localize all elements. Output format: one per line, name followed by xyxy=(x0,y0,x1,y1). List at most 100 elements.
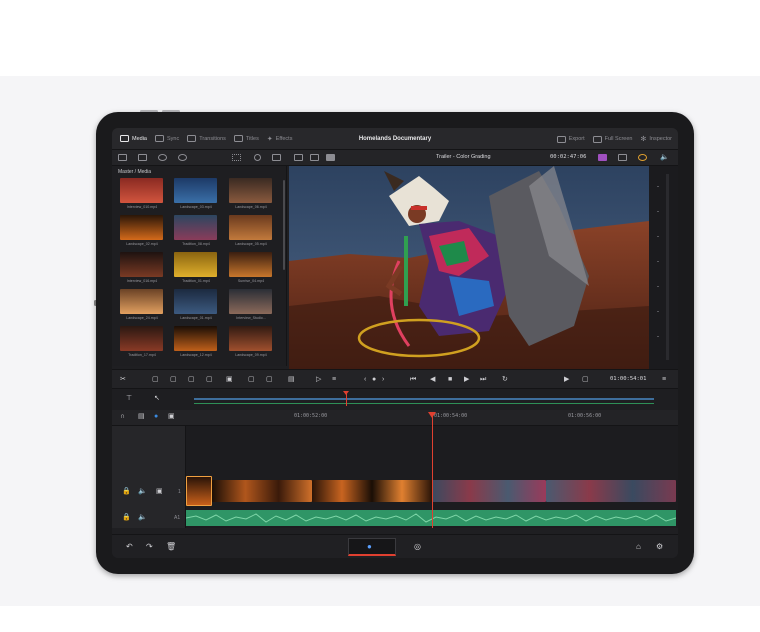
media-clip-thumbnail[interactable] xyxy=(120,252,163,277)
speaker-icon[interactable]: 🔈 xyxy=(660,153,669,161)
split-icon[interactable]: ▤ xyxy=(288,376,295,384)
menu-icon[interactable]: ≡ xyxy=(662,376,666,384)
video-clip[interactable] xyxy=(432,480,546,502)
empty-track-header xyxy=(112,426,186,476)
fx-icon[interactable] xyxy=(638,154,647,161)
redo-icon[interactable]: ↷ xyxy=(146,542,153,551)
media-clip-thumbnail[interactable] xyxy=(174,289,217,314)
fullscreen-viewer-icon[interactable]: ▢ xyxy=(582,376,589,384)
media-clip-thumbnail[interactable] xyxy=(174,252,217,277)
export-button[interactable]: Export xyxy=(556,135,585,143)
sync-tab[interactable]: Sync xyxy=(154,135,180,142)
media-clip-thumbnail[interactable] xyxy=(120,326,163,351)
transform-icon[interactable] xyxy=(618,154,627,161)
media-clip-thumbnail[interactable] xyxy=(229,252,272,277)
meter-tick xyxy=(657,336,659,337)
sync-tab-label: Sync xyxy=(166,135,180,142)
replace-clip-icon[interactable]: ▢ xyxy=(188,376,195,384)
loop-icon[interactable]: ↻ xyxy=(502,376,508,384)
meter-tick xyxy=(657,261,659,262)
scissors-icon[interactable]: ✂ xyxy=(120,376,126,384)
meter-tick xyxy=(657,211,659,212)
next-edit-icon[interactable]: ▶ xyxy=(564,376,569,384)
place-on-top-icon[interactable]: ▢ xyxy=(206,376,213,384)
jog-left-icon[interactable]: ‹ xyxy=(364,376,366,384)
cross-dissolve-icon[interactable]: ≡ xyxy=(332,376,336,384)
viewer-mode-icon[interactable] xyxy=(326,154,335,161)
append-icon[interactable]: ▢ xyxy=(248,376,255,384)
delete-icon[interactable]: 🗑 xyxy=(166,542,176,551)
link-icon[interactable] xyxy=(178,154,187,161)
video-clip[interactable] xyxy=(186,476,212,506)
import-icon[interactable] xyxy=(158,154,167,161)
snapping-icon[interactable]: ∩ xyxy=(120,413,125,421)
jog-dot-icon[interactable]: ● xyxy=(372,376,376,384)
media-tab-label: Media xyxy=(132,135,147,142)
smooth-cut-icon[interactable]: ▷ xyxy=(316,376,321,384)
media-clip-thumbnail[interactable] xyxy=(229,178,272,203)
video-clip[interactable] xyxy=(312,480,432,502)
go-to-start-icon[interactable]: ⏮ xyxy=(410,376,416,384)
timeline-name[interactable]: Trailer - Color Grading xyxy=(436,154,491,160)
video-viewer[interactable] xyxy=(289,166,649,369)
settings-icon[interactable]: ⚙ xyxy=(656,542,663,551)
media-clip-thumbnail[interactable] xyxy=(174,215,217,240)
effects-tab[interactable]: ✦ Effects xyxy=(267,135,293,143)
media-clip-thumbnail[interactable] xyxy=(229,289,272,314)
media-clip-label: Tradition_17.mp4 xyxy=(128,353,156,357)
lock-icon[interactable]: 🔒 xyxy=(122,514,131,522)
jog-right-icon[interactable]: › xyxy=(382,376,384,384)
mini-playhead-marker[interactable] xyxy=(343,391,349,395)
lock-icon[interactable]: 🔒 xyxy=(122,488,131,496)
video-clip[interactable] xyxy=(212,480,312,502)
media-clip-thumbnail[interactable] xyxy=(229,326,272,351)
new-bin-icon[interactable] xyxy=(138,154,147,161)
audio-clip[interactable] xyxy=(185,510,677,526)
viewer-mode-icon[interactable] xyxy=(310,154,319,161)
ripple-icon[interactable]: ▣ xyxy=(226,376,233,384)
titles-tab[interactable]: Titles xyxy=(233,135,259,142)
audio-toggle-icon[interactable]: 🔈 xyxy=(138,514,147,522)
color-icon[interactable] xyxy=(598,154,607,161)
undo-icon[interactable]: ↶ xyxy=(126,542,133,551)
flag-icon[interactable]: ▣ xyxy=(168,413,175,421)
go-to-end-icon[interactable]: ⏭ xyxy=(480,376,486,384)
playhead[interactable] xyxy=(432,414,433,528)
stop-icon[interactable]: ■ xyxy=(448,376,452,384)
play-icon[interactable]: ▶ xyxy=(464,376,469,384)
media-clip-thumbnail[interactable] xyxy=(120,178,163,203)
insert-clip-icon[interactable]: ▢ xyxy=(152,376,159,384)
color-page-icon[interactable]: ◎ xyxy=(414,542,421,551)
transitions-tab[interactable]: Transitions xyxy=(187,135,226,142)
timeline-ruler[interactable]: ∩ ▤ ● ▣ 01:00:52:00 01:00:54:00 01:00:56… xyxy=(112,410,678,426)
overwrite-clip-icon[interactable]: ▢ xyxy=(170,376,177,384)
play-reverse-icon[interactable]: ◀ xyxy=(430,376,435,384)
media-clip-thumbnail[interactable] xyxy=(120,215,163,240)
trim-tool-icon[interactable]: ⊤ xyxy=(126,395,132,403)
sort-icon[interactable] xyxy=(272,154,281,161)
position-lock-icon[interactable]: ● xyxy=(154,413,158,421)
home-icon[interactable]: ⌂ xyxy=(636,542,641,551)
grid-view-icon[interactable] xyxy=(232,154,241,161)
close-up-icon[interactable]: ▢ xyxy=(266,376,273,384)
video-clip[interactable] xyxy=(546,480,676,502)
linked-selection-icon[interactable]: ▤ xyxy=(138,413,145,421)
panel-toggle-icon[interactable] xyxy=(118,154,127,161)
viewer-timecode: 00:02:47:06 xyxy=(550,154,587,160)
select-tool-icon[interactable]: ↖ xyxy=(154,395,160,403)
bottom-bar: ↶ ↷ 🗑 ● ◎ ⌂ ⚙ xyxy=(112,534,678,558)
viewer-mode-icon[interactable] xyxy=(294,154,303,161)
video-toggle-icon[interactable]: ▣ xyxy=(156,488,163,496)
search-icon[interactable] xyxy=(254,154,261,161)
cut-page-button[interactable]: ● xyxy=(348,538,396,556)
media-pool-scrollbar[interactable] xyxy=(283,180,285,270)
media-clip-thumbnail[interactable] xyxy=(174,326,217,351)
inspector-button[interactable]: ✻ Inspector xyxy=(641,135,673,143)
media-clip-label: Tradition_01.mp4 xyxy=(182,279,210,283)
media-clip-thumbnail[interactable] xyxy=(174,178,217,203)
media-clip-thumbnail[interactable] xyxy=(120,289,163,314)
media-clip-thumbnail[interactable] xyxy=(229,215,272,240)
full-screen-button[interactable]: Full Screen xyxy=(592,135,633,143)
media-tab[interactable]: Media xyxy=(120,135,147,142)
audio-toggle-icon[interactable]: 🔈 xyxy=(138,488,147,496)
